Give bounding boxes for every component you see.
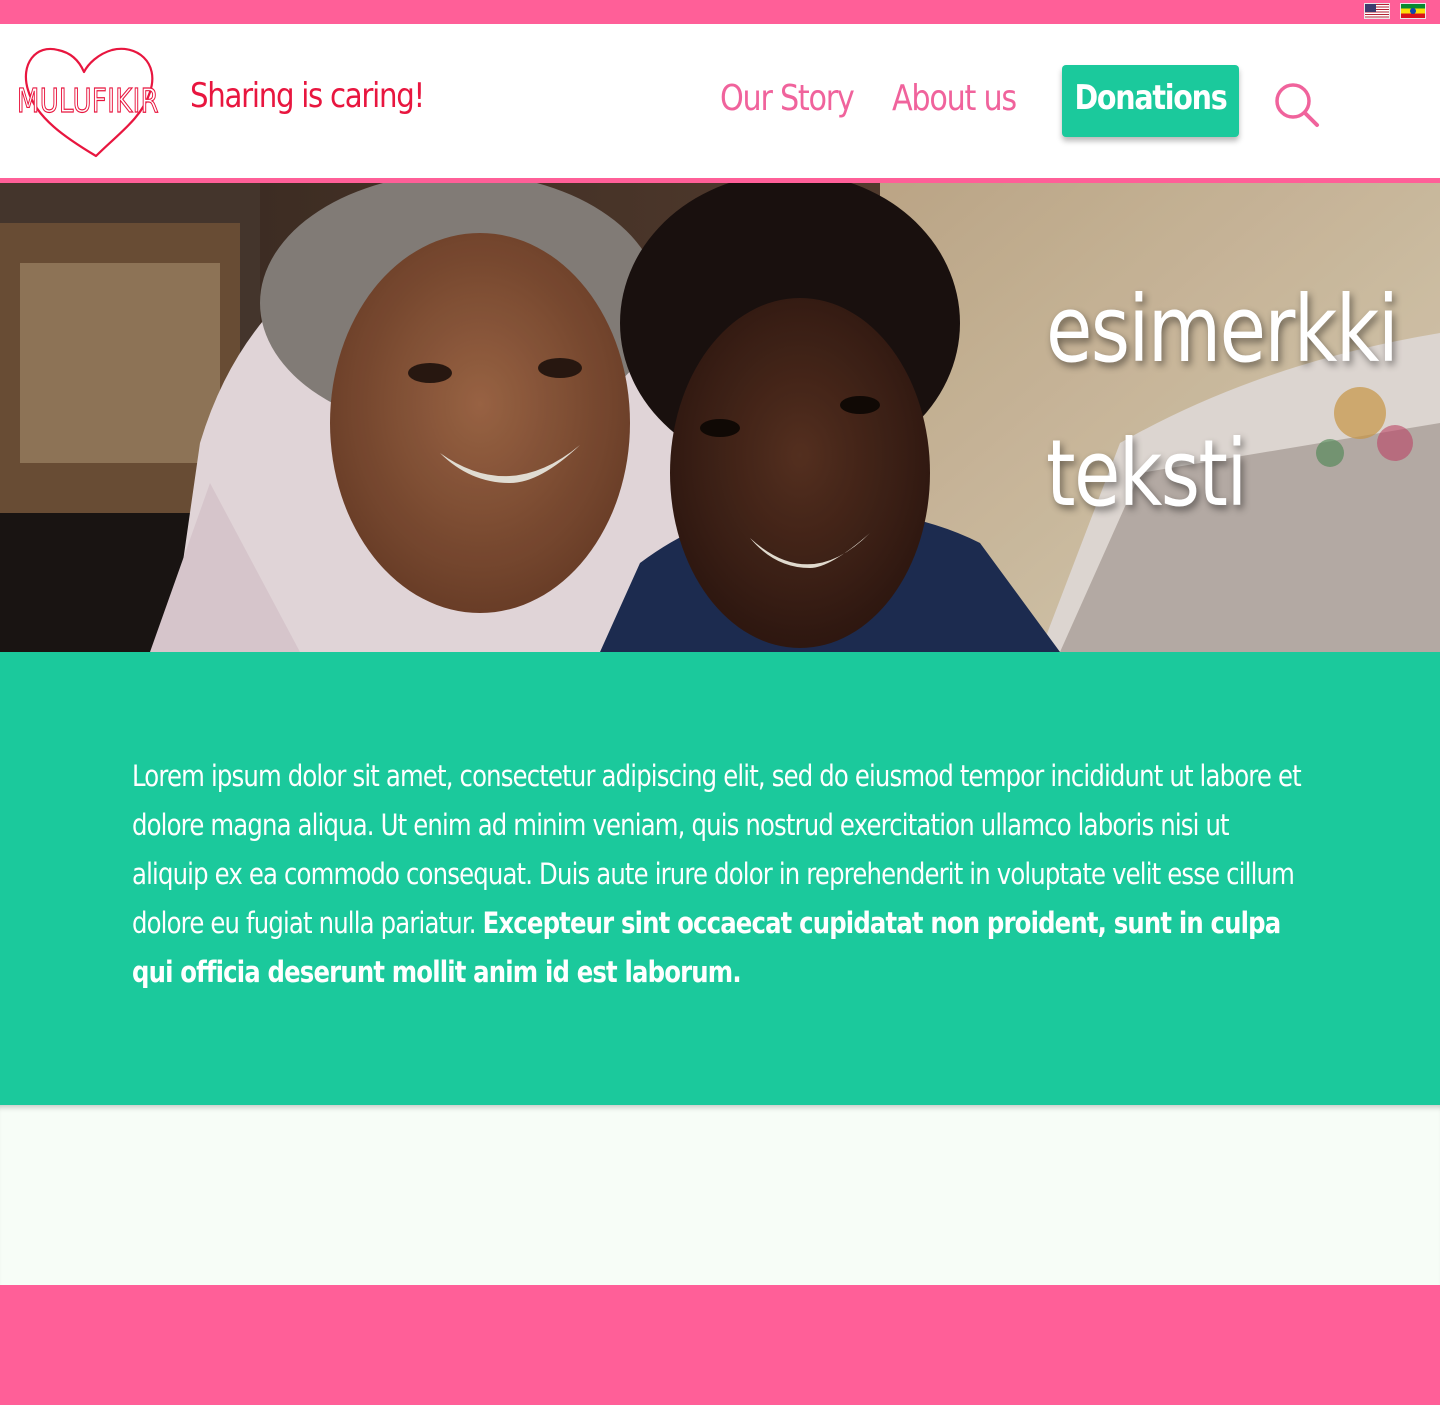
- donations-button-label: Donations: [1074, 78, 1228, 118]
- us-flag-icon[interactable]: [1364, 3, 1390, 19]
- donations-button[interactable]: Donations: [1062, 65, 1239, 137]
- top-bar: [0, 0, 1440, 24]
- site-header: MULUFIKIR Sharing is caring! Our Story A…: [0, 24, 1440, 178]
- hero-banner: esimerkki teksti: [0, 183, 1440, 652]
- mulufikir-logo[interactable]: MULUFIKIR: [14, 42, 162, 160]
- hero-photo: [0, 183, 1440, 652]
- intro-section: Lorem ipsum dolor sit amet, consectetur …: [0, 652, 1440, 1105]
- hero-heading-line-1: esimerkki: [1046, 276, 1399, 383]
- site-footer: [0, 1285, 1440, 1405]
- site-tagline: Sharing is caring!: [190, 76, 425, 116]
- intro-paragraph: Lorem ipsum dolor sit amet, consectetur …: [132, 752, 1308, 997]
- nav-our-story[interactable]: Our Story: [720, 78, 855, 119]
- ethiopia-flag-icon[interactable]: [1400, 3, 1426, 19]
- hero-heading-line-2: teksti: [1046, 420, 1247, 527]
- nav-about-us[interactable]: About us: [892, 78, 1017, 119]
- logo-wordmark: MULUFIKIR: [17, 81, 159, 120]
- search-icon[interactable]: [1272, 80, 1322, 130]
- empty-section: [0, 1105, 1440, 1285]
